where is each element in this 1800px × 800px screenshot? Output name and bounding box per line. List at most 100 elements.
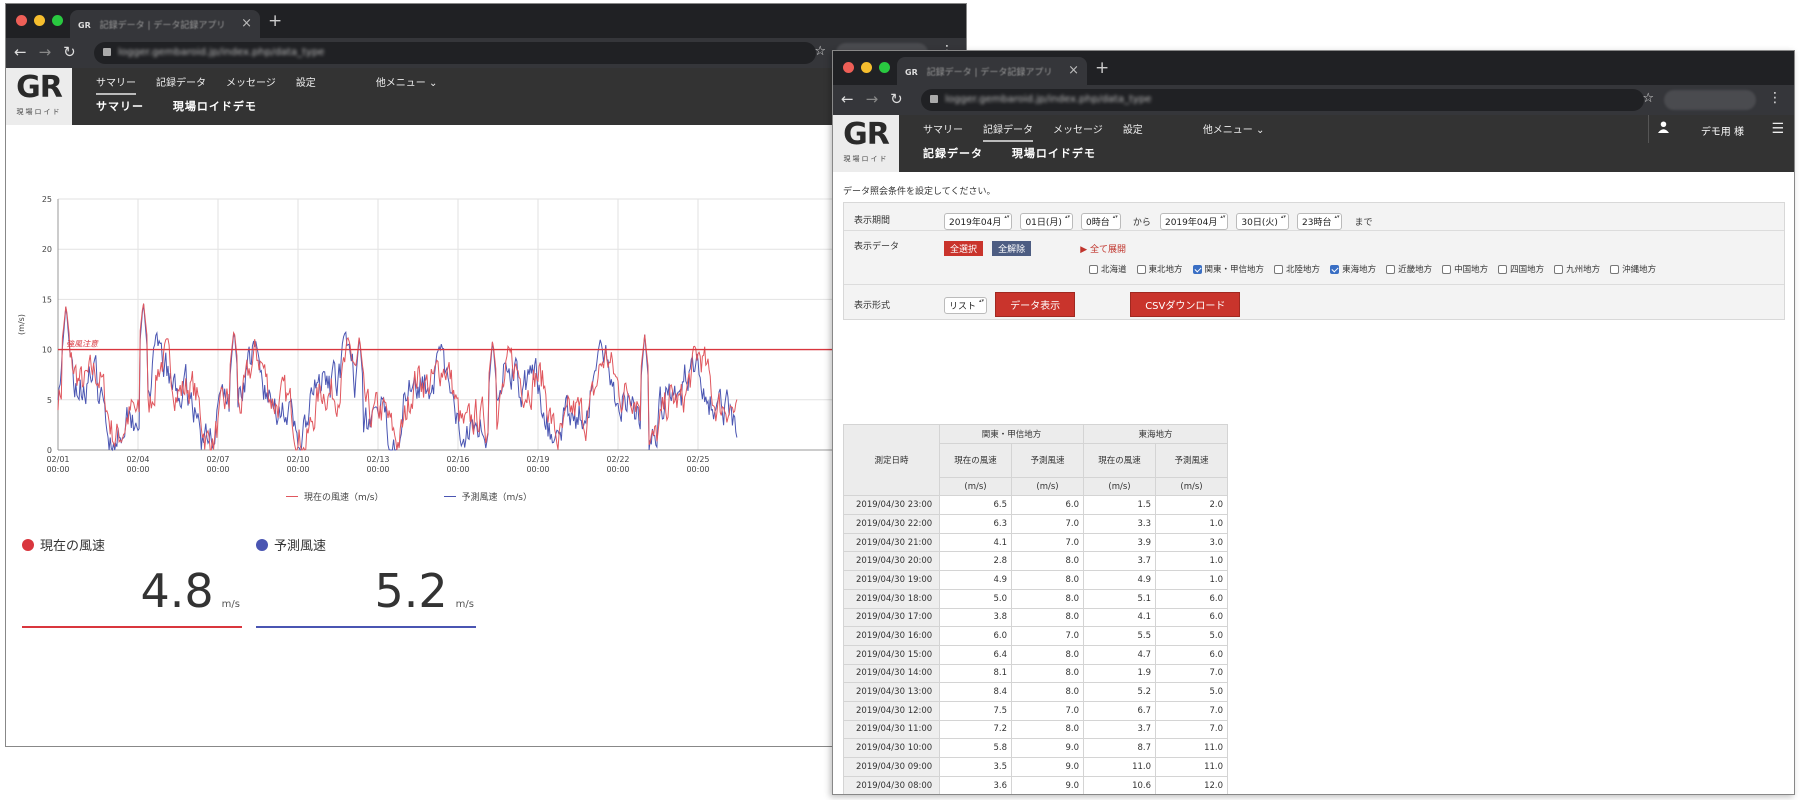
browser-menu-icon[interactable]: ⋮ (1768, 90, 1782, 106)
forward-icon[interactable]: → (866, 90, 879, 108)
close-window-button[interactable] (843, 62, 854, 73)
cell-value: 6.0 (1155, 588, 1228, 609)
back-icon[interactable]: ← (14, 43, 27, 61)
legend-item-forecast[interactable]: 予測風速（m/s） (443, 490, 532, 503)
minimize-window-button[interactable] (861, 62, 872, 73)
region-label: 東北地方 (1148, 265, 1183, 275)
logo-mark: GR (16, 70, 63, 105)
tab-favicon: GR (905, 68, 918, 77)
checkbox[interactable] (1192, 264, 1202, 274)
url-field[interactable]: logger.gembaroid.jp/index.php/data_type (94, 42, 816, 64)
y-tick-label: 5 (47, 396, 52, 405)
menu-other[interactable]: 他メニュー ⌄ (1203, 121, 1265, 142)
cell-value: 3.8 (939, 607, 1012, 628)
cell-value: 5.0 (1155, 626, 1228, 646)
checkbox[interactable] (1089, 264, 1098, 274)
menu-records[interactable]: 記録データ (156, 74, 206, 95)
region-label: 四国地方 (1510, 265, 1545, 275)
tab-close-icon[interactable]: × (241, 16, 252, 31)
maximize-window-button[interactable] (879, 62, 890, 73)
region-checkbox-item[interactable]: 東海地方 (1330, 263, 1376, 275)
show-data-button[interactable]: データ表示 (995, 292, 1076, 317)
forward-icon[interactable]: → (39, 43, 52, 61)
select-all-button[interactable]: 全選択 (944, 241, 984, 256)
cell-value: 5.0 (1155, 682, 1228, 702)
reload-icon[interactable]: ↻ (890, 90, 903, 108)
region-checkbox-item[interactable]: 近畿地方 (1386, 263, 1432, 275)
clear-all-button[interactable]: 全解除 (992, 241, 1032, 256)
breadcrumb-section[interactable]: サマリー (96, 100, 144, 113)
format-select[interactable]: リスト (944, 297, 988, 314)
new-tab-button[interactable]: + (1095, 58, 1109, 78)
checkbox[interactable] (1554, 264, 1564, 274)
checkbox[interactable] (1136, 264, 1146, 274)
region-label: 北陸地方 (1286, 265, 1321, 275)
app-logo[interactable]: GR 現場ロイド (6, 68, 72, 125)
close-window-button[interactable] (16, 15, 27, 26)
region-checkbox-item[interactable]: 中国地方 (1442, 263, 1488, 275)
from-day-select[interactable]: 01日(月) (1020, 213, 1073, 230)
reload-icon[interactable]: ↻ (63, 43, 76, 61)
cell-value: 1.0 (1155, 514, 1228, 534)
hamburger-menu-icon[interactable]: ☰ (1771, 121, 1784, 137)
x-tick-label: 02/04 (126, 455, 149, 464)
browser-tab[interactable]: GR 記録データ | データ記録アプリ × (70, 10, 260, 38)
app-logo[interactable]: GR 現場ロイド (833, 115, 899, 172)
cell-datetime: 2019/04/30 11:00 (843, 719, 940, 740)
region-checkbox-item[interactable]: 沖縄地方 (1610, 263, 1656, 275)
menu-summary[interactable]: サマリー (96, 74, 136, 95)
breadcrumb-section[interactable]: 記録データ (923, 147, 983, 160)
main-menu: サマリー 記録データ メッセージ 設定 他メニュー ⌄ (923, 121, 1284, 142)
region-checkbox-item[interactable]: 四国地方 (1498, 263, 1544, 275)
window-controls (16, 15, 63, 26)
user-name[interactable]: デモ用 様 (1701, 123, 1744, 138)
table-row: 2019/04/30 15:00 6.4 8.0 4.7 6.0 (843, 644, 1228, 665)
cell-value: 5.5 (1083, 626, 1156, 646)
url-field[interactable]: logger.gembaroid.jp/index.php/data_type (921, 89, 1644, 111)
menu-other[interactable]: 他メニュー ⌄ (376, 74, 438, 95)
to-month-select[interactable]: 2019年04月 (1159, 213, 1229, 230)
checkbox[interactable] (1498, 264, 1508, 274)
region-checkbox-item[interactable]: 関東・甲信地方 (1192, 263, 1264, 275)
group-header-tokai: 東海地方 (1083, 424, 1228, 444)
cell-value: 5.1 (1083, 588, 1156, 609)
from-month-select[interactable]: 2019年04月 (944, 213, 1013, 230)
bookmark-star-icon[interactable]: ☆ (814, 44, 826, 59)
checkbox[interactable] (1610, 264, 1620, 274)
browser-tab[interactable]: GR 記録データ | データ記録アプリ × (897, 57, 1087, 85)
legend-swatch-current (286, 496, 298, 497)
to-day-select[interactable]: 30日(火) (1236, 213, 1289, 230)
to-hour-select[interactable]: 23時台 (1297, 213, 1343, 230)
menu-records[interactable]: 記録データ (983, 121, 1033, 142)
maximize-window-button[interactable] (52, 15, 63, 26)
sub-header: 予測風速 (1155, 442, 1228, 478)
back-icon[interactable]: ← (841, 90, 854, 108)
meter-value: 4.8 (140, 564, 214, 618)
table-row: 2019/04/30 08:00 3.6 9.0 10.6 12.0 (843, 775, 1228, 794)
bookmark-star-icon[interactable]: ☆ (1642, 91, 1654, 106)
from-hour-select[interactable]: 0時台 (1081, 213, 1121, 230)
menu-summary[interactable]: サマリー (923, 121, 963, 142)
region-checkbox-item[interactable]: 東北地方 (1136, 263, 1183, 275)
checkbox[interactable] (1330, 264, 1340, 274)
menu-messages[interactable]: メッセージ (1053, 121, 1103, 142)
region-checkbox-item[interactable]: 北陸地方 (1274, 263, 1320, 275)
x-tick-time: 00:00 (126, 465, 149, 474)
menu-messages[interactable]: メッセージ (226, 74, 276, 95)
cell-value: 5.0 (939, 588, 1012, 609)
new-tab-button[interactable]: + (268, 11, 282, 31)
checkbox[interactable] (1274, 264, 1284, 274)
minimize-window-button[interactable] (34, 15, 45, 26)
checkbox[interactable] (1386, 264, 1396, 274)
checkbox[interactable] (1442, 264, 1452, 274)
profile-chip[interactable] (1664, 90, 1756, 110)
region-checkbox-item[interactable]: 北海道 (1089, 263, 1127, 275)
region-checkbox-item[interactable]: 九州地方 (1554, 263, 1600, 275)
expand-all-link[interactable]: ▶ 全て展開 (1080, 242, 1126, 255)
tab-close-icon[interactable]: × (1068, 63, 1079, 78)
cell-value: 7.0 (1155, 700, 1228, 721)
menu-settings[interactable]: 設定 (1123, 121, 1143, 142)
menu-settings[interactable]: 設定 (296, 74, 316, 95)
legend-item-current[interactable]: 現在の風速（m/s） (286, 490, 384, 503)
csv-download-button[interactable]: CSVダウンロード (1130, 292, 1241, 317)
